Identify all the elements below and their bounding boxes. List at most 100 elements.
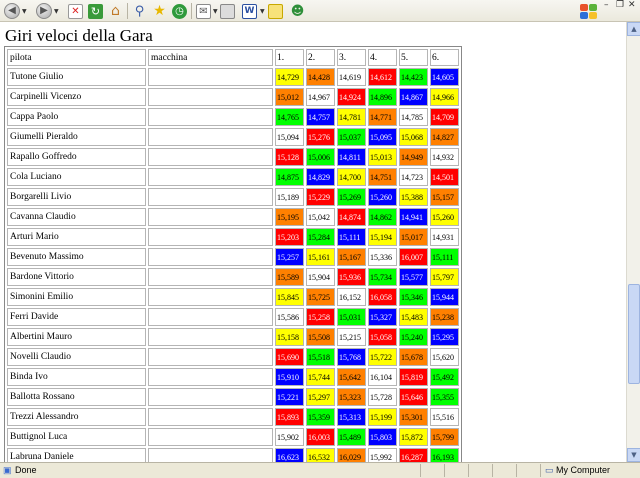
back-button[interactable]: ◀ ▼ [4, 3, 27, 19]
macchina-cell [148, 68, 273, 86]
lap-time-cell: 15,229 [306, 188, 335, 206]
lap-time-cell: 15,260 [368, 188, 397, 206]
print-button[interactable] [220, 3, 235, 19]
lap-time-cell: 14,874 [337, 208, 366, 226]
edit-button[interactable]: W ▼ [242, 3, 265, 19]
refresh-icon: ↻ [88, 3, 103, 19]
lap-time-cell: 15,620 [430, 348, 459, 366]
lap-time-cell: 16,003 [306, 428, 335, 446]
pilota-cell: Cappa Paolo [7, 108, 146, 126]
restore-button[interactable]: ❐ [616, 0, 624, 12]
macchina-cell [148, 108, 273, 126]
column-header-lap-2: 2. [306, 49, 335, 66]
table-header-row: pilota macchina 1. 2. 3. 4. 5. 6. [7, 49, 459, 66]
table-row: Bevenuto Massimo 15,257 15,161 15,167 15,336… [7, 248, 459, 266]
pilota-cell: Labruna Daniele [7, 448, 146, 462]
lap-times-table: pilota macchina 1. 2. 3. 4. 5. 6. Tutone… [4, 46, 462, 462]
lap-time-cell: 15,819 [399, 368, 428, 386]
lap-time-cell: 15,157 [430, 188, 459, 206]
lap-time-cell: 15,508 [306, 328, 335, 346]
lap-time-cell: 15,276 [306, 128, 335, 146]
lap-time-cell: 15,037 [337, 128, 366, 146]
lap-time-cell: 15,388 [399, 188, 428, 206]
computer-icon: ▭ [545, 465, 554, 475]
table-row: Arturi Mario 15,203 15,284 15,111 15,194 15,0… [7, 228, 459, 246]
table-row: Bardone Vittorio 15,589 15,904 15,936 15,734… [7, 268, 459, 286]
favorites-button[interactable]: ★ [152, 3, 167, 19]
column-header-pilota: pilota [7, 49, 146, 66]
pilota-cell: Simonini Emilio [7, 288, 146, 306]
lap-time-cell: 14,723 [399, 168, 428, 186]
lap-time-cell: 15,258 [306, 308, 335, 326]
lap-time-cell: 14,619 [337, 68, 366, 86]
lap-time-cell: 16,104 [368, 368, 397, 386]
lap-time-cell: 15,646 [399, 388, 428, 406]
chevron-down-icon: ▼ [213, 7, 218, 15]
macchina-cell [148, 288, 273, 306]
favorites-icon: ★ [153, 2, 166, 19]
lap-time-cell: 15,327 [368, 308, 397, 326]
close-button[interactable]: ✕ [628, 0, 636, 12]
lap-time-cell: 16,007 [399, 248, 428, 266]
lap-time-cell: 14,867 [399, 88, 428, 106]
lap-time-cell: 15,902 [275, 428, 304, 446]
history-button[interactable]: ◷ [172, 3, 187, 19]
lap-time-cell: 15,323 [337, 388, 366, 406]
lap-time-cell: 14,751 [368, 168, 397, 186]
lap-time-cell: 15,215 [337, 328, 366, 346]
column-header-lap-4: 4. [368, 49, 397, 66]
table-row: Cappa Paolo 14,765 14,757 14,781 14,771 14,78… [7, 108, 459, 126]
lap-time-cell: 16,193 [430, 448, 459, 462]
macchina-cell [148, 328, 273, 346]
pilota-cell: Ferri Davide [7, 308, 146, 326]
macchina-cell [148, 228, 273, 246]
home-icon: ⌂ [111, 2, 120, 19]
lap-time-cell: 15,359 [306, 408, 335, 426]
lap-time-cell: 16,152 [337, 288, 366, 306]
lap-time-cell: 15,194 [368, 228, 397, 246]
lap-time-cell: 14,785 [399, 108, 428, 126]
macchina-cell [148, 308, 273, 326]
home-button[interactable]: ⌂ [108, 3, 123, 19]
status-bar: ▣ Done ▭ My Computer [0, 462, 640, 478]
pilota-cell: Tutone Giulio [7, 68, 146, 86]
scroll-down-button[interactable]: ▼ [627, 448, 640, 462]
pilota-cell: Ballotta Rossano [7, 388, 146, 406]
mail-button[interactable]: ✉ ▼ [196, 3, 218, 19]
lap-time-cell: 14,862 [368, 208, 397, 226]
lap-time-cell: 14,700 [337, 168, 366, 186]
pilota-cell: Bevenuto Massimo [7, 248, 146, 266]
chevron-down-icon: ▼ [22, 7, 27, 15]
lap-time-cell: 15,111 [430, 248, 459, 266]
discuss-button[interactable] [268, 3, 283, 19]
scroll-up-button[interactable]: ▲ [627, 22, 640, 36]
lap-time-cell: 15,642 [337, 368, 366, 386]
macchina-cell [148, 208, 273, 226]
lap-time-cell: 15,094 [275, 128, 304, 146]
forward-icon: ▶ [36, 3, 52, 19]
pilota-cell: Giumelli Pieraldo [7, 128, 146, 146]
lap-time-cell: 15,589 [275, 268, 304, 286]
vertical-scrollbar[interactable]: ▲ ▼ [626, 22, 640, 462]
lap-time-cell: 16,287 [399, 448, 428, 462]
search-button[interactable]: ⚲ [132, 3, 147, 19]
lap-time-cell: 14,765 [275, 108, 304, 126]
scroll-thumb[interactable] [628, 284, 640, 384]
lap-time-cell: 15,518 [306, 348, 335, 366]
messenger-button[interactable]: ☻ [290, 3, 305, 19]
toolbar-separator [191, 3, 192, 19]
lap-time-cell: 15,722 [368, 348, 397, 366]
lap-time-cell: 15,238 [430, 308, 459, 326]
search-icon: ⚲ [134, 3, 145, 19]
refresh-button[interactable]: ↻ [88, 3, 103, 19]
forward-button[interactable]: ▶ ▼ [36, 3, 59, 19]
macchina-cell [148, 368, 273, 386]
lap-time-cell: 15,167 [337, 248, 366, 266]
stop-button[interactable]: ✕ [68, 3, 83, 19]
lap-time-cell: 14,949 [399, 148, 428, 166]
lap-time-cell: 14,811 [337, 148, 366, 166]
lap-time-cell: 15,586 [275, 308, 304, 326]
page-title: Giri veloci della Gara [5, 26, 153, 45]
macchina-cell [148, 448, 273, 462]
lap-time-cell: 16,623 [275, 448, 304, 462]
